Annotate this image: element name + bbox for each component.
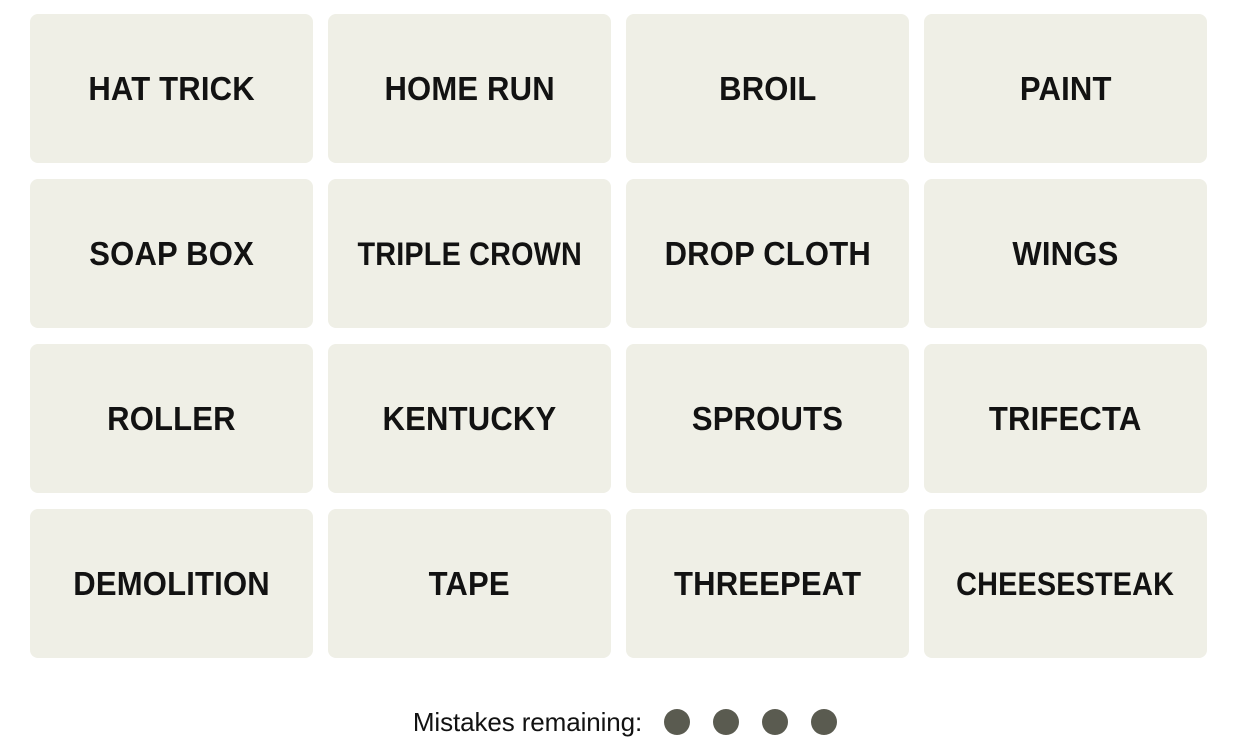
- mistakes-remaining-label: Mistakes remaining:: [412, 706, 643, 737]
- word-tile[interactable]: SPROUTS: [626, 344, 909, 493]
- word-tile-label: TAPE: [428, 565, 511, 602]
- word-tile-label: ROLLER: [107, 400, 236, 437]
- word-tile[interactable]: BROIL: [626, 14, 909, 163]
- word-tile-label: DEMOLITION: [73, 565, 270, 602]
- word-tile-label: TRIPLE CROWN: [357, 235, 582, 272]
- word-tile-label: DROP CLOTH: [664, 235, 871, 272]
- word-tile[interactable]: PAINT: [924, 14, 1207, 163]
- word-tile-label: HAT TRICK: [88, 70, 255, 107]
- word-tile[interactable]: KENTUCKY: [328, 344, 611, 493]
- word-tile[interactable]: DEMOLITION: [30, 509, 313, 658]
- mistake-dot-icon: [811, 709, 838, 735]
- word-tile[interactable]: TAPE: [328, 509, 611, 658]
- word-tile-label: BROIL: [718, 70, 817, 107]
- word-tile[interactable]: HAT TRICK: [30, 14, 313, 163]
- word-tile-label: PAINT: [1019, 70, 1112, 107]
- word-tile[interactable]: ROLLER: [30, 344, 313, 493]
- word-tile[interactable]: CHEESESTEAK: [924, 509, 1207, 658]
- puzzle-grid: HAT TRICK HOME RUN BROIL PAINT SOAP BOX …: [30, 14, 1208, 660]
- word-tile[interactable]: THREEPEAT: [626, 509, 909, 658]
- word-tile-label: TRIFECTA: [989, 400, 1142, 437]
- word-tile-label: CHEESESTEAK: [956, 565, 1175, 602]
- word-tile[interactable]: HOME RUN: [328, 14, 611, 163]
- word-tile-label: KENTUCKY: [382, 400, 557, 437]
- word-tile-label: THREEPEAT: [673, 565, 862, 602]
- word-tile-label: SPROUTS: [691, 400, 844, 437]
- word-tile-label: HOME RUN: [384, 70, 555, 107]
- connections-game-board: HAT TRICK HOME RUN BROIL PAINT SOAP BOX …: [0, 0, 1250, 754]
- mistakes-remaining-row: Mistakes remaining:: [0, 700, 1250, 744]
- mistake-dot-icon: [762, 709, 789, 735]
- word-tile[interactable]: SOAP BOX: [30, 179, 313, 328]
- word-tile-label: WINGS: [1012, 235, 1119, 272]
- word-tile[interactable]: TRIPLE CROWN: [328, 179, 611, 328]
- mistake-dot-icon: [713, 709, 740, 735]
- mistakes-remaining-dots: [664, 709, 838, 735]
- mistake-dot-icon: [664, 709, 691, 735]
- word-tile-label: SOAP BOX: [89, 235, 254, 272]
- word-tile[interactable]: WINGS: [924, 179, 1207, 328]
- word-tile[interactable]: DROP CLOTH: [626, 179, 909, 328]
- word-tile[interactable]: TRIFECTA: [924, 344, 1207, 493]
